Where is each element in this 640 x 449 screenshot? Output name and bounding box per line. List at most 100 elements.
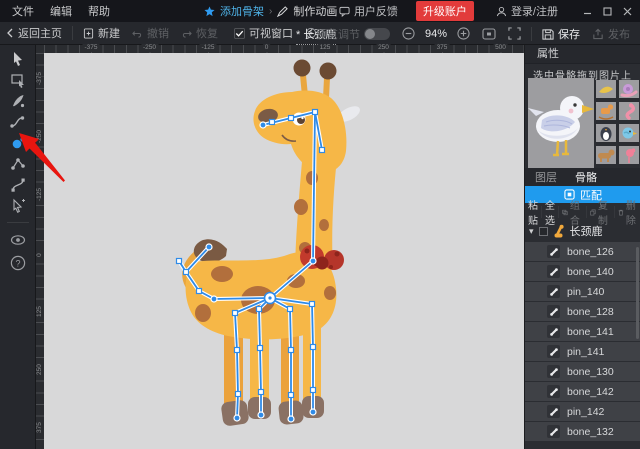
tool-eye[interactable] (0, 229, 36, 250)
tool-marquee[interactable] (0, 69, 36, 90)
back-home-button[interactable]: 返回主页 (0, 25, 68, 41)
bone-list-item[interactable]: pin_142 (525, 402, 640, 421)
bone-joint-square[interactable] (175, 257, 183, 265)
bone-joint-dot[interactable] (257, 411, 265, 419)
close-icon[interactable] (622, 6, 632, 16)
menu-item[interactable]: 编辑 (50, 3, 72, 19)
bone-joint-dot[interactable] (259, 121, 267, 129)
bone-joint-dot[interactable] (210, 295, 218, 303)
bone-list-item[interactable]: pin_141 (525, 342, 640, 361)
bone-joint-dot[interactable] (287, 415, 295, 423)
bone-segment[interactable] (311, 303, 314, 348)
redo-button[interactable]: 恢复 (175, 25, 224, 41)
new-button[interactable]: 新建 (77, 25, 126, 41)
layer-tree-root[interactable]: ▾ 长颈鹿 (525, 221, 640, 241)
maximize-icon[interactable] (602, 6, 612, 16)
action-disabled-button[interactable]: 复制 (587, 201, 615, 227)
bone-list-item[interactable]: bone_126 (525, 242, 640, 261)
bone-segment[interactable] (236, 393, 239, 419)
bone-joint-dot[interactable] (205, 243, 213, 251)
minimize-icon[interactable] (582, 6, 592, 16)
bone-joint-dot[interactable] (233, 414, 241, 422)
bone-list-item[interactable]: bone_132 (525, 422, 640, 441)
bone-joint-square[interactable] (268, 118, 276, 126)
tab-layers[interactable]: 图层 (535, 169, 557, 185)
bone-joint-dot[interactable] (309, 408, 317, 416)
thumb-snail[interactable] (619, 80, 639, 98)
bone-segment[interactable] (259, 347, 262, 393)
thumb-rocking-horse[interactable] (596, 102, 616, 120)
bone-list-item[interactable]: bone_128 (525, 302, 640, 321)
toggle-switch[interactable] (363, 27, 390, 40)
bone-joint-square[interactable] (234, 390, 242, 398)
publish-button[interactable]: 发布 (586, 26, 640, 42)
bone-joint-square[interactable] (308, 300, 316, 308)
tool-bone-brush[interactable] (0, 90, 36, 111)
workflow-step-animate[interactable]: 制作动画 (293, 3, 337, 19)
thumb-flamingo[interactable] (619, 146, 639, 164)
bone-joint-square[interactable] (195, 287, 203, 295)
reference-image-seagull[interactable] (528, 78, 594, 168)
login-button[interactable]: 登录/注册 (496, 3, 558, 19)
bone-list-item[interactable]: pin_140 (525, 282, 640, 301)
copy-icon (590, 209, 596, 215)
action-disabled-button[interactable]: 删除 (615, 201, 640, 227)
caret-down-icon[interactable]: ▾ (529, 226, 534, 237)
save-button[interactable]: 保存 (536, 26, 586, 42)
thumb-banana[interactable] (596, 80, 616, 98)
undo-button[interactable]: 撤销 (126, 25, 175, 41)
tab-bones[interactable]: 骨骼 (575, 169, 597, 185)
ruler-label: 250 (36, 364, 44, 375)
zoom-out-button[interactable] (396, 27, 421, 40)
panel-scrollbar[interactable] (636, 247, 639, 339)
action-disabled-button[interactable]: 组合 (559, 201, 587, 227)
bone-joint-square[interactable] (231, 309, 239, 317)
bone-joint-square[interactable] (287, 391, 295, 399)
bone-joint-square[interactable] (256, 344, 264, 352)
bone-segment[interactable] (213, 297, 271, 300)
action-enabled-button[interactable]: 全选 (542, 201, 559, 227)
bone-joint-square[interactable] (309, 343, 317, 351)
bone-name: bone_142 (567, 385, 614, 398)
bone-joint-square[interactable] (287, 114, 295, 122)
thumb-penguin[interactable] (596, 124, 616, 142)
thumb-bird[interactable] (619, 124, 639, 142)
bone-list-item[interactable]: bone_142 (525, 382, 640, 401)
bone-segment[interactable] (289, 308, 292, 351)
fullscreen-button[interactable] (502, 27, 527, 40)
visibility-checkbox[interactable] (538, 226, 548, 236)
tool-direct-select[interactable] (0, 195, 36, 216)
tool-select[interactable] (0, 48, 36, 69)
bone-joint-square[interactable] (309, 386, 317, 394)
menu-item[interactable]: 文件 (12, 3, 34, 19)
zoom-in-button[interactable] (451, 27, 476, 40)
bone-joint-square[interactable] (287, 346, 295, 354)
bone-joint-square[interactable] (286, 305, 294, 313)
workflow-step-add-skeleton[interactable]: 添加骨架 (220, 3, 264, 19)
bone-list-item[interactable]: bone_141 (525, 322, 640, 341)
fit-view-button[interactable] (476, 27, 502, 40)
bone-joint-square[interactable] (318, 146, 326, 154)
bone-joint-square[interactable] (311, 108, 319, 116)
action-enabled-button[interactable]: 粘贴 (525, 201, 542, 227)
bone-list-item[interactable]: bone_140 (525, 262, 640, 281)
preview-adjust-toggle[interactable]: 预览调节 (310, 26, 396, 42)
bone-joint-square[interactable] (255, 305, 263, 313)
giraffe-spot (294, 199, 308, 215)
bone-segment[interactable] (258, 308, 261, 349)
upgrade-account-button[interactable]: 升级账户 (415, 1, 474, 21)
bone-joint-dot[interactable] (309, 257, 317, 265)
bone-icon-box (547, 425, 560, 438)
feedback-button[interactable]: 用户反馈 (339, 3, 398, 19)
bone-segment[interactable] (236, 349, 239, 395)
bone-joint-square[interactable] (257, 388, 265, 396)
viewport-checkbox[interactable]: 可视窗口 (228, 25, 299, 41)
menu-item[interactable]: 帮助 (88, 3, 110, 19)
thumb-seahorse[interactable] (619, 102, 639, 120)
bone-joint-square[interactable] (182, 268, 190, 276)
thumb-dog[interactable] (596, 146, 616, 164)
tool-help[interactable]: ? (0, 252, 36, 273)
bone-joint-square[interactable] (233, 346, 241, 354)
bone-list-item[interactable]: bone_130 (525, 362, 640, 381)
stage-canvas[interactable] (44, 53, 524, 449)
